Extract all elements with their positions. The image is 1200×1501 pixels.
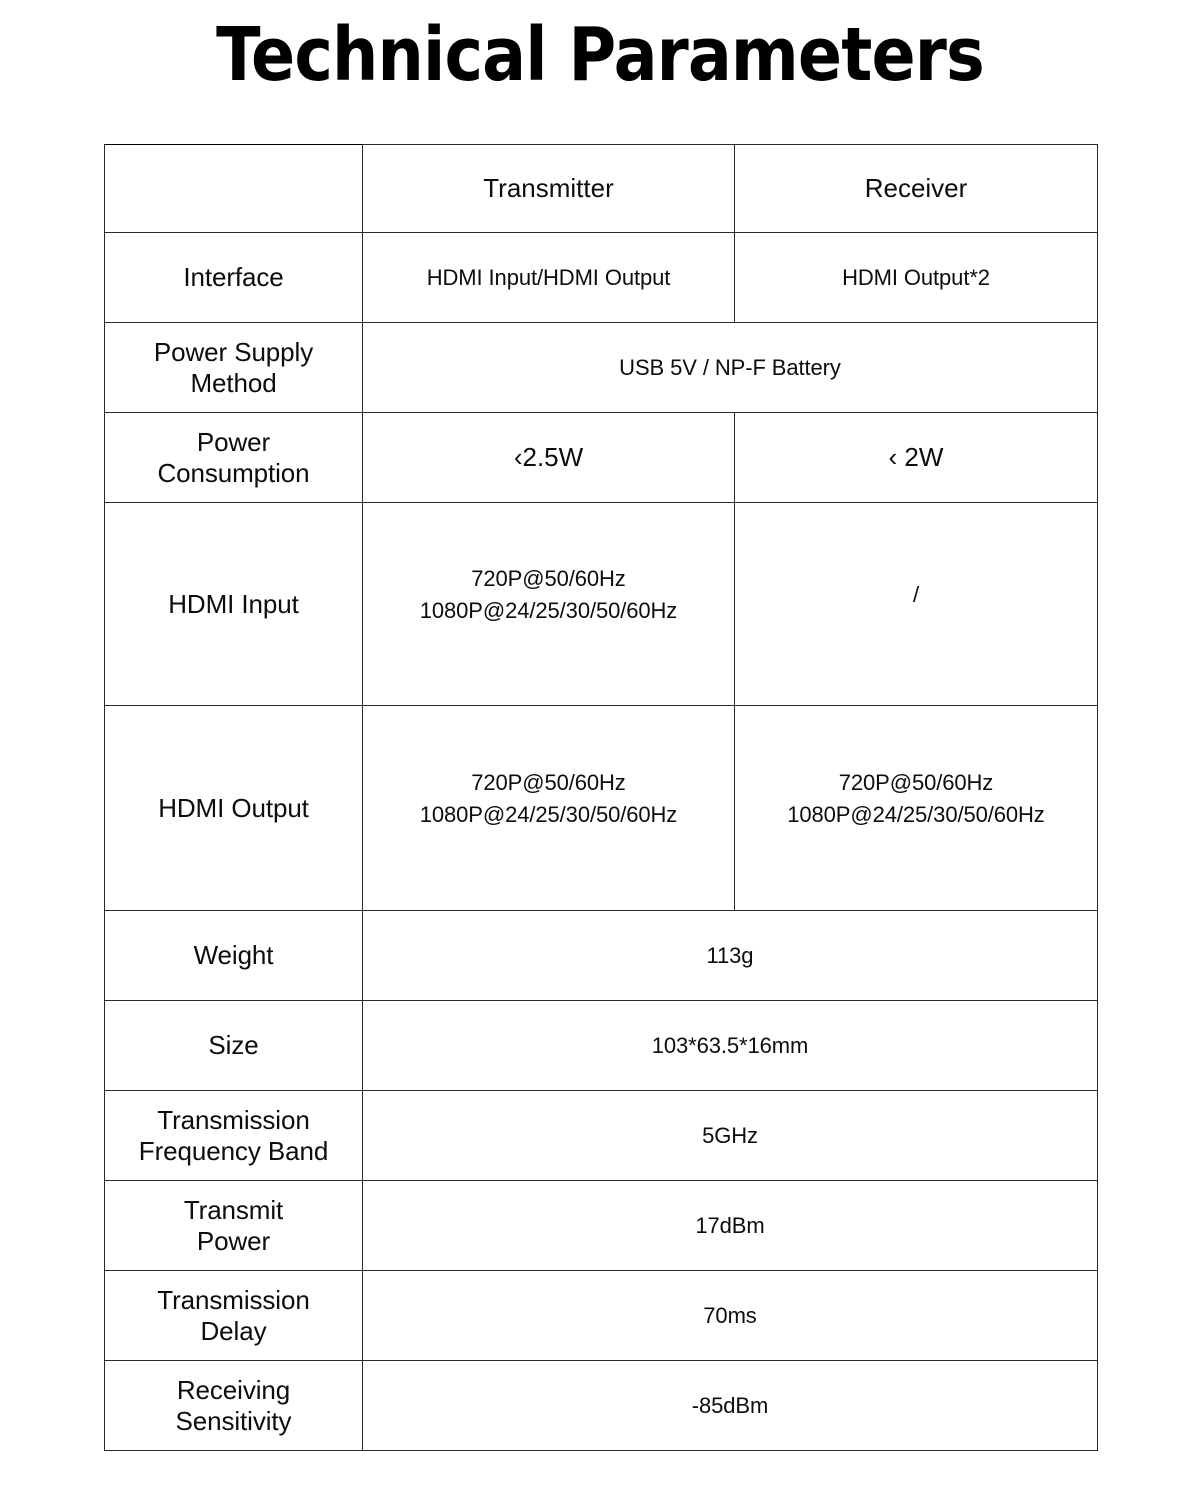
row-label-receiving-sensitivity: Receiving Sensitivity xyxy=(104,1360,363,1451)
table-row: Size 103*63.5*16mm xyxy=(104,1000,1098,1091)
row-label-transmit-power: Transmit Power xyxy=(104,1180,363,1271)
table-row: Transmission Frequency Band 5GHz xyxy=(104,1090,1098,1181)
table-row: Weight 113g xyxy=(104,910,1098,1001)
cell-hdmi-input-receiver-text: / xyxy=(912,582,919,608)
cell-power-consumption-transmitter: ‹2.5W xyxy=(362,412,735,503)
table-row: HDMI Output 720P@50/60Hz 1080P@24/25/30/… xyxy=(104,705,1098,911)
cell-power-consumption-receiver: ‹ 2W xyxy=(734,412,1098,503)
table-row: Power Consumption ‹2.5W ‹ 2W xyxy=(104,412,1098,503)
page-title: Technical Parameters xyxy=(216,12,985,98)
table-row: Power Supply Method USB 5V / NP-F Batter… xyxy=(104,322,1098,413)
cell-weight-value: 113g xyxy=(362,910,1098,1001)
cell-hdmi-input-transmitter: 720P@50/60Hz 1080P@24/25/30/50/60Hz xyxy=(362,502,735,706)
row-label-hdmi-input: HDMI Input xyxy=(104,502,363,706)
cell-hdmi-output-receiver: 720P@50/60Hz 1080P@24/25/30/50/60Hz xyxy=(734,705,1098,911)
cell-size-value: 103*63.5*16mm xyxy=(362,1000,1098,1091)
spec-sheet-page: Technical Parameters Transmitter Receive… xyxy=(0,0,1200,1501)
table-row: Receiving Sensitivity -85dBm xyxy=(104,1360,1098,1451)
header-cell-transmitter: Transmitter xyxy=(362,144,735,233)
cell-interface-transmitter: HDMI Input/HDMI Output xyxy=(362,232,735,323)
row-label-weight: Weight xyxy=(104,910,363,1001)
row-label-hdmi-output: HDMI Output xyxy=(104,705,363,911)
row-label-transmission-delay: Transmission Delay xyxy=(104,1270,363,1361)
cell-power-supply-method-value: USB 5V / NP-F Battery xyxy=(362,322,1098,413)
cell-hdmi-output-receiver-text: 720P@50/60Hz 1080P@24/25/30/50/60Hz xyxy=(787,770,1045,827)
cell-hdmi-input-receiver: / xyxy=(734,502,1098,706)
table-row: Interface HDMI Input/HDMI Output HDMI Ou… xyxy=(104,232,1098,323)
header-cell-receiver: Receiver xyxy=(734,144,1098,233)
cell-hdmi-output-transmitter-text: 720P@50/60Hz 1080P@24/25/30/50/60Hz xyxy=(419,770,678,827)
row-label-transmission-frequency-band: Transmission Frequency Band xyxy=(104,1090,363,1181)
row-label-power-supply-method: Power Supply Method xyxy=(104,322,363,413)
table-row: HDMI Input 720P@50/60Hz 1080P@24/25/30/5… xyxy=(104,502,1098,706)
cell-hdmi-output-transmitter: 720P@50/60Hz 1080P@24/25/30/50/60Hz xyxy=(362,705,735,911)
cell-hdmi-input-transmitter-text: 720P@50/60Hz 1080P@24/25/30/50/60Hz xyxy=(419,566,678,623)
cell-transmission-delay-value: 70ms xyxy=(362,1270,1098,1361)
row-label-size: Size xyxy=(104,1000,363,1091)
table-row: Transmission Delay 70ms xyxy=(104,1270,1098,1361)
cell-transmission-frequency-band-value: 5GHz xyxy=(362,1090,1098,1181)
row-label-interface: Interface xyxy=(104,232,363,323)
cell-transmit-power-value: 17dBm xyxy=(362,1180,1098,1271)
cell-receiving-sensitivity-value: -85dBm xyxy=(362,1360,1098,1451)
cell-interface-receiver: HDMI Output*2 xyxy=(734,232,1098,323)
header-cell-blank xyxy=(104,144,363,233)
row-label-power-consumption: Power Consumption xyxy=(104,412,363,503)
technical-parameters-table: Transmitter Receiver Interface HDMI Inpu… xyxy=(104,144,1098,1451)
table-header-row: Transmitter Receiver xyxy=(104,144,1098,233)
table-row: Transmit Power 17dBm xyxy=(104,1180,1098,1271)
